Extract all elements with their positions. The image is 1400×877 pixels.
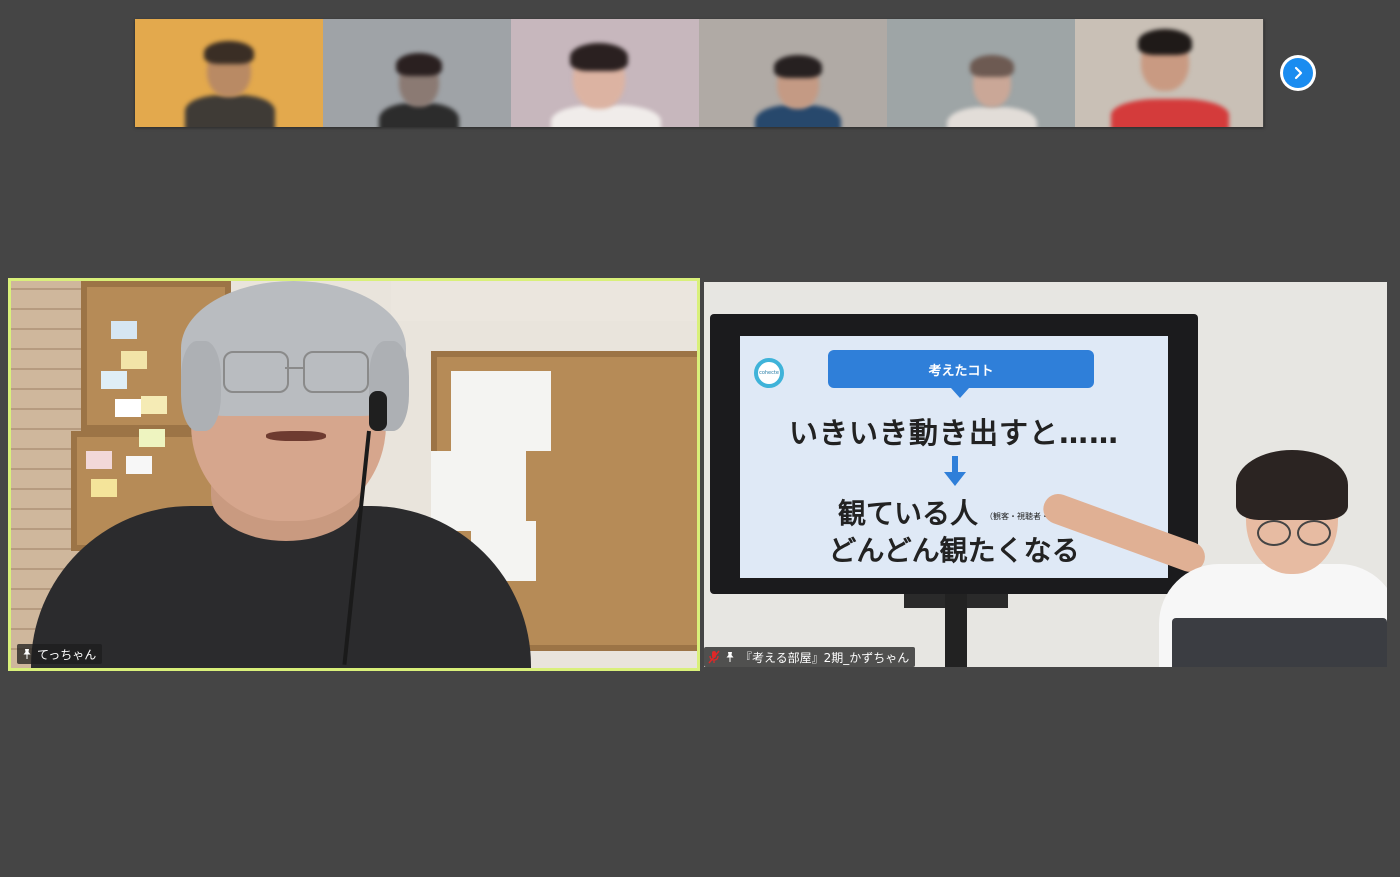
- slide-heading: 考えたコト: [828, 350, 1094, 398]
- presentation-screen: cohecte 考えたコト いきいき動き出すと…… 観ている人 （観客・視聴者・…: [710, 314, 1198, 594]
- mic-muted-icon: [708, 650, 720, 664]
- slide-line-2: 観ている人: [838, 497, 979, 530]
- zoom-meeting-window: てっちゃん cohecte 考えたコト いきいき動き出すと…… 観ている人 （観…: [0, 0, 1400, 877]
- next-page-button[interactable]: [1280, 55, 1316, 91]
- slide-line-1: いきいき動き出すと……: [788, 416, 1119, 450]
- participant-thumbnail[interactable]: [135, 19, 323, 127]
- gallery-filmstrip: [135, 19, 1264, 127]
- video-tile-tecchan[interactable]: てっちゃん: [8, 278, 700, 671]
- participant-name: てっちゃん: [37, 647, 97, 662]
- participant-thumbnail[interactable]: [699, 19, 887, 127]
- participant-thumbnail[interactable]: [1075, 19, 1263, 127]
- video-feed: [11, 281, 697, 668]
- video-tile-kazuchan[interactable]: cohecte 考えたコト いきいき動き出すと…… 観ている人 （観客・視聴者・…: [704, 282, 1387, 667]
- video-feed: cohecte 考えたコト いきいき動き出すと…… 観ている人 （観客・視聴者・…: [704, 282, 1387, 667]
- participant-thumbnail[interactable]: [323, 19, 511, 127]
- participant-name: 『考える部屋』2期_かずちゃん: [740, 650, 910, 665]
- slide-logo: cohecte: [754, 358, 784, 388]
- participant-thumbnail[interactable]: [511, 19, 699, 127]
- pin-icon: [724, 651, 736, 663]
- pin-icon: [21, 648, 33, 660]
- participant-thumbnail[interactable]: [887, 19, 1075, 127]
- chevron-right-icon: [1283, 58, 1313, 88]
- participant-name-tag: 『考える部屋』2期_かずちゃん: [704, 647, 916, 667]
- participant-name-tag: てっちゃん: [17, 644, 103, 664]
- arrow-down-icon: [944, 456, 966, 486]
